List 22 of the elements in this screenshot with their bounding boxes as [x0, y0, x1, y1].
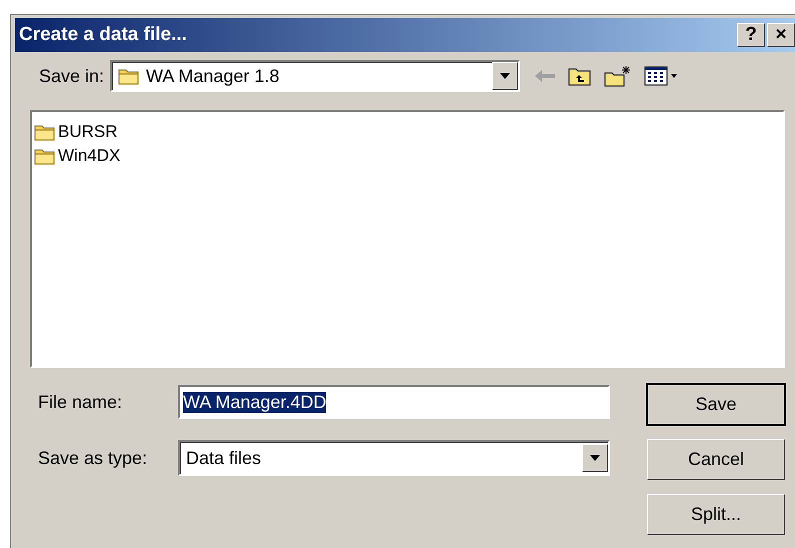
- cancel-button[interactable]: Cancel: [647, 439, 785, 480]
- save-in-label: Save in:: [39, 66, 104, 86]
- new-folder-icon[interactable]: [604, 65, 632, 87]
- file-name-field[interactable]: WA Manager.4DD: [178, 385, 610, 419]
- save-button[interactable]: Save: [647, 384, 785, 425]
- folder-icon: [34, 123, 56, 141]
- folder-icon: [118, 67, 140, 85]
- save-as-type-label: Save as type:: [38, 448, 148, 468]
- save-in-dropdown[interactable]: WA Manager 1.8: [110, 60, 520, 92]
- folder-icon: [34, 147, 56, 165]
- file-name-label: File name:: [38, 392, 124, 412]
- view-menu-icon[interactable]: [644, 66, 678, 86]
- help-button[interactable]: ?: [737, 23, 765, 47]
- up-folder-icon[interactable]: [568, 66, 592, 86]
- split-button[interactable]: Split...: [647, 494, 785, 535]
- folder-item[interactable]: Win4DX: [34, 144, 781, 168]
- close-button[interactable]: ×: [767, 23, 795, 47]
- save-as-type-value: Data files: [185, 448, 262, 468]
- window-title: Create a data file...: [19, 24, 188, 46]
- save-in-value: WA Manager 1.8: [146, 66, 280, 86]
- folder-item[interactable]: BURSR: [34, 120, 781, 144]
- save-as-type-dropdown[interactable]: Data files: [178, 440, 610, 476]
